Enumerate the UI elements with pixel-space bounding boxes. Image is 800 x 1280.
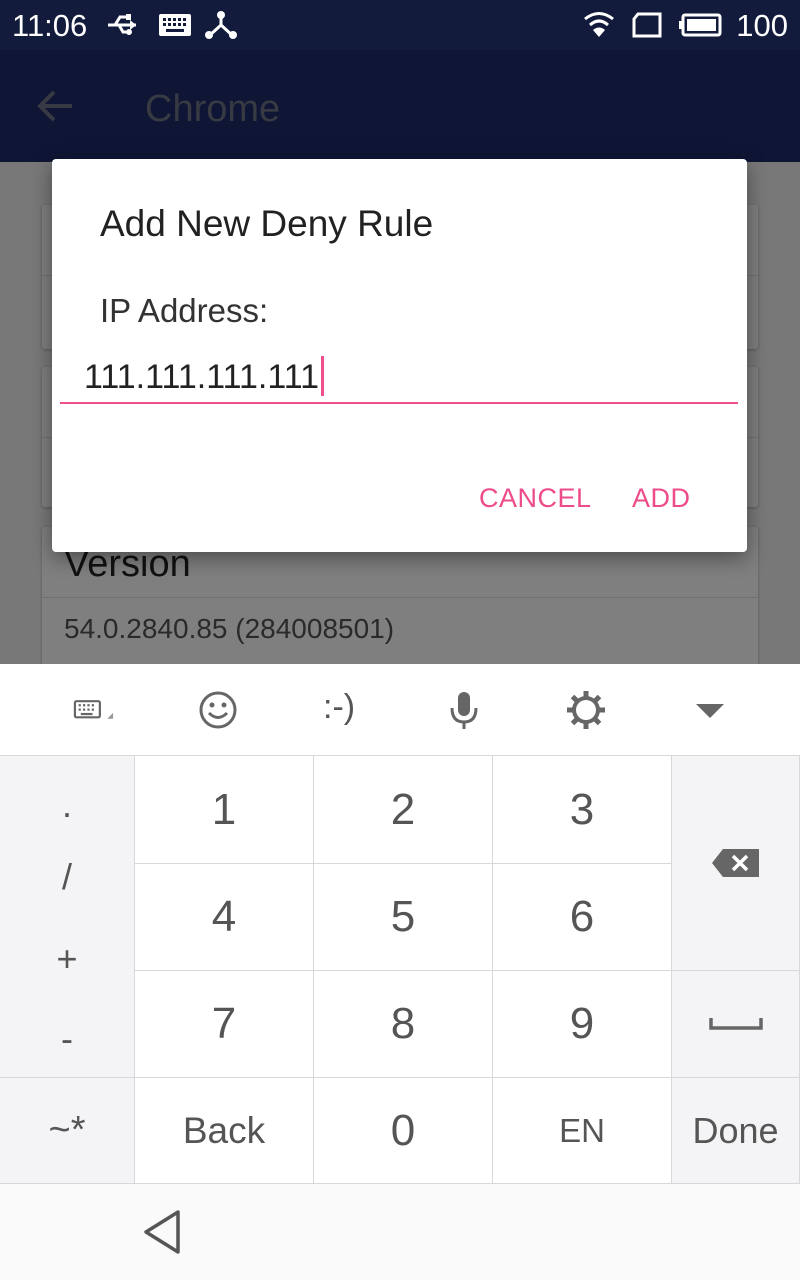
hide-keyboard-icon[interactable] — [688, 688, 732, 732]
add-button[interactable]: ADD — [632, 483, 691, 514]
status-bar: 11:06 100 — [0, 0, 800, 50]
emoticon-button[interactable]: :-) — [323, 688, 355, 727]
ip-address-label: IP Address: — [100, 292, 269, 329]
key-6[interactable]: 6 — [493, 864, 672, 971]
settings-icon[interactable] — [564, 688, 608, 732]
keyboard-toolbar: :-) — [0, 664, 800, 756]
key-3[interactable]: 3 — [493, 756, 672, 864]
done-key[interactable]: Done — [672, 1078, 800, 1184]
space-key[interactable] — [672, 971, 800, 1078]
navigation-bar — [0, 1184, 800, 1280]
keyboard-icon — [159, 14, 191, 36]
key-4[interactable]: 4 — [135, 864, 314, 971]
microphone-icon[interactable] — [442, 688, 486, 732]
key-period[interactable]: . — [0, 784, 134, 826]
delete-key[interactable] — [672, 756, 800, 971]
numeric-keyboard: . / + - 1 2 3 4 5 6 7 8 9 ~* Back 0 EN D… — [0, 756, 800, 1184]
space-bar-icon — [708, 1018, 763, 1030]
ip-address-input[interactable]: 111.111.111.111 — [60, 354, 738, 404]
key-5[interactable]: 5 — [314, 864, 493, 971]
emoji-icon[interactable] — [196, 688, 240, 732]
backspace-icon — [711, 849, 759, 877]
battery-level: 100 — [736, 8, 788, 43]
usb-icon — [108, 14, 136, 35]
symbols-key[interactable]: ~* — [0, 1078, 135, 1184]
back-key[interactable]: Back — [135, 1078, 314, 1184]
cancel-button[interactable]: CANCEL — [479, 483, 592, 514]
sim-icon — [632, 12, 662, 38]
dialog-title: Add New Deny Rule — [100, 203, 434, 244]
key-slash[interactable]: / — [0, 856, 134, 898]
key-8[interactable]: 8 — [314, 971, 493, 1078]
key-0[interactable]: 0 — [314, 1078, 493, 1184]
share-icon — [205, 11, 237, 39]
keyboard-switch-icon[interactable] — [72, 688, 116, 732]
language-key[interactable]: EN — [493, 1078, 672, 1184]
key-2[interactable]: 2 — [314, 756, 493, 864]
add-deny-rule-dialog: Add New Deny Rule IP Address: 111.111.11… — [52, 159, 747, 552]
text-cursor — [321, 356, 325, 396]
battery-icon — [679, 13, 722, 37]
wifi-icon — [584, 12, 614, 37]
key-minus[interactable]: - — [0, 1018, 134, 1060]
key-9[interactable]: 9 — [493, 971, 672, 1078]
key-7[interactable]: 7 — [135, 971, 314, 1078]
key-plus[interactable]: + — [0, 938, 134, 980]
nav-back-icon[interactable] — [140, 1208, 184, 1256]
ip-address-value: 111.111.111.111 — [84, 358, 320, 396]
status-time: 11:06 — [12, 8, 88, 43]
key-1[interactable]: 1 — [135, 756, 314, 864]
